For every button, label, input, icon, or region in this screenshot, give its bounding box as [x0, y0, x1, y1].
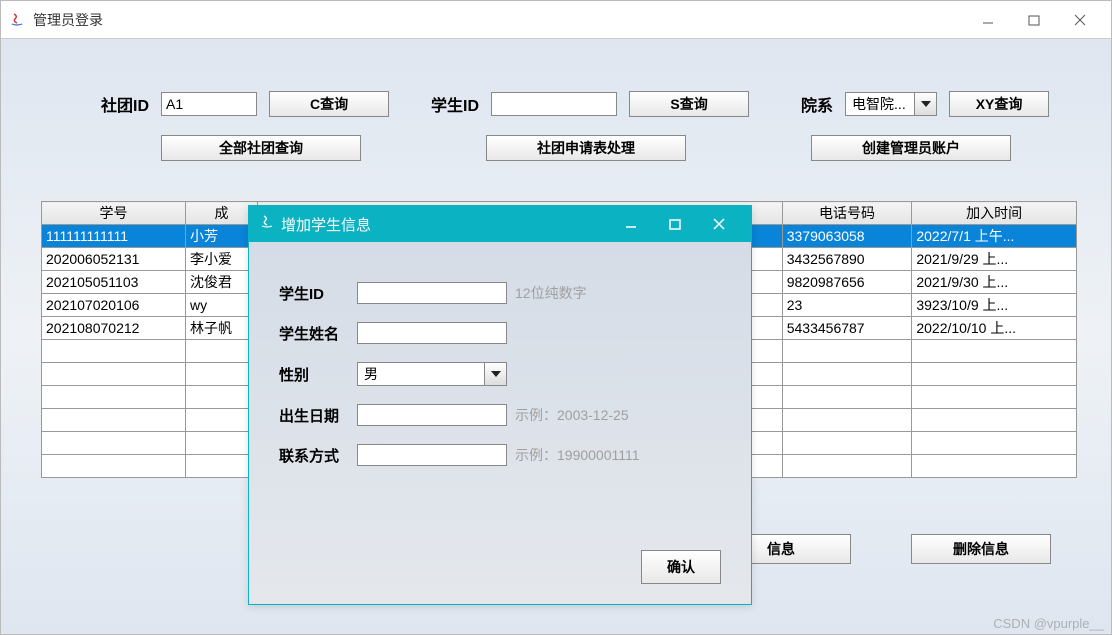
dialog-confirm-wrap: 确认: [641, 550, 721, 584]
contact-field[interactable]: [357, 444, 507, 466]
table-cell: 3923/10/9 上...: [912, 294, 1077, 317]
dialog-titlebar: 增加学生信息: [249, 206, 751, 242]
col-name[interactable]: 成: [186, 202, 258, 225]
table-cell: 202107020106: [42, 294, 186, 317]
table-cell: 林子帆: [186, 317, 258, 340]
gender-label: 性别: [279, 364, 357, 385]
table-cell: 3432567890: [782, 248, 912, 271]
table-cell: 沈俊君: [186, 271, 258, 294]
watermark: CSDN @vpurple__: [993, 616, 1104, 631]
main-titlebar: 管理员登录: [1, 1, 1111, 39]
gender-value: 男: [357, 362, 485, 386]
club-id-label: 社团ID: [101, 92, 149, 116]
table-cell: 111111111111: [42, 225, 186, 248]
confirm-button[interactable]: 确认: [641, 550, 721, 584]
apply-process-button[interactable]: 社团申请表处理: [486, 135, 686, 161]
close-button[interactable]: [1057, 5, 1103, 35]
footer-buttons: 信息 删除信息: [711, 534, 1051, 564]
table-cell: 3379063058: [782, 225, 912, 248]
table-cell: 5433456787: [782, 317, 912, 340]
dialog-maximize-button[interactable]: [653, 210, 697, 238]
table-cell: 202105051103: [42, 271, 186, 294]
dept-select[interactable]: 电智院...: [845, 92, 937, 116]
club-id-input[interactable]: [161, 92, 257, 116]
table-cell: 2021/9/29 上...: [912, 248, 1077, 271]
student-id-label: 学生ID: [431, 92, 479, 116]
dialog-close-button[interactable]: [697, 210, 741, 238]
table-cell: 小芳: [186, 225, 258, 248]
student-id-label: 学生ID: [279, 283, 357, 304]
field-contact: 联系方式 示例：19900001111: [279, 444, 721, 466]
chevron-down-icon[interactable]: [485, 362, 507, 386]
s-query-button[interactable]: S查询: [629, 91, 749, 117]
dept-select-text: 电智院...: [845, 92, 915, 116]
field-gender: 性别 男: [279, 362, 721, 386]
gender-select[interactable]: 男: [357, 362, 507, 386]
student-id-hint: 12位纯数字: [515, 283, 587, 303]
all-clubs-button[interactable]: 全部社团查询: [161, 135, 361, 161]
search-row: 社团ID C查询 学生ID S查询 院系 电智院... XY查询: [101, 91, 1071, 117]
java-icon: [9, 12, 25, 28]
c-query-button[interactable]: C查询: [269, 91, 389, 117]
maximize-button[interactable]: [1011, 5, 1057, 35]
add-student-dialog: 增加学生信息 学生ID 12位纯数字 学生姓名 性别 男: [248, 205, 752, 605]
main-window-title: 管理员登录: [33, 10, 103, 30]
table-cell: 2022/10/10 上...: [912, 317, 1077, 340]
student-id-field[interactable]: [357, 282, 507, 304]
table-cell: 9820987656: [782, 271, 912, 294]
chevron-down-icon[interactable]: [915, 92, 937, 116]
col-phone[interactable]: 电话号码: [782, 202, 912, 225]
dialog-minimize-button[interactable]: [609, 210, 653, 238]
table-cell: wy: [186, 294, 258, 317]
table-cell: 2021/9/30 上...: [912, 271, 1077, 294]
dialog-body: 学生ID 12位纯数字 学生姓名 性别 男 出生日期 示例：2003-12-25…: [249, 242, 751, 504]
field-student-id: 学生ID 12位纯数字: [279, 282, 721, 304]
field-name: 学生姓名: [279, 322, 721, 344]
delete-info-button[interactable]: 删除信息: [911, 534, 1051, 564]
action-row: 全部社团查询 社团申请表处理 创建管理员账户: [161, 135, 1011, 161]
xy-query-button[interactable]: XY查询: [949, 91, 1049, 117]
dialog-title: 增加学生信息: [281, 214, 371, 235]
birth-field[interactable]: [357, 404, 507, 426]
birth-hint: 示例：2003-12-25: [515, 405, 629, 425]
table-cell: 202006052131: [42, 248, 186, 271]
table-cell: 23: [782, 294, 912, 317]
dept-label: 院系: [801, 92, 833, 116]
birth-label: 出生日期: [279, 405, 357, 426]
contact-hint: 示例：19900001111: [515, 445, 640, 465]
table-cell: 2022/7/1 上午...: [912, 225, 1077, 248]
name-label: 学生姓名: [279, 323, 357, 344]
student-id-input[interactable]: [491, 92, 617, 116]
table-cell: 李小爱: [186, 248, 258, 271]
table-cell: 202108070212: [42, 317, 186, 340]
col-student-id[interactable]: 学号: [42, 202, 186, 225]
field-birth: 出生日期 示例：2003-12-25: [279, 404, 721, 426]
minimize-button[interactable]: [965, 5, 1011, 35]
name-field[interactable]: [357, 322, 507, 344]
col-join-date[interactable]: 加入时间: [912, 202, 1077, 225]
create-admin-button[interactable]: 创建管理员账户: [811, 135, 1011, 161]
java-icon: [259, 214, 275, 235]
contact-label: 联系方式: [279, 445, 357, 466]
